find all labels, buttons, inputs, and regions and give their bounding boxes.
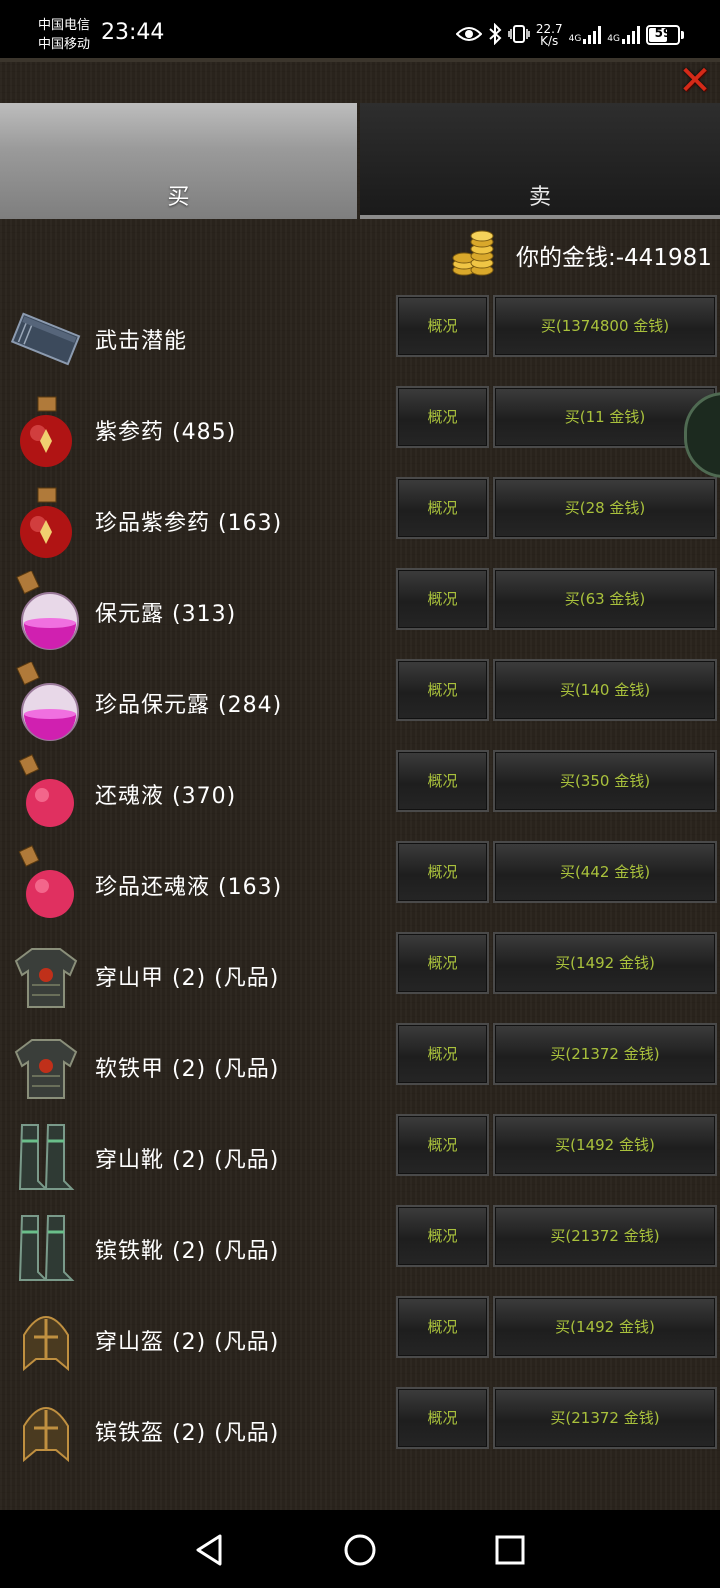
item-row: 紫参药 (485) 概况 买(11 金钱) [0,385,720,476]
item-name: 软铁甲 (2) (凡品) [95,1057,280,1082]
item-info-button[interactable]: 概况 [396,841,489,903]
item-info-button[interactable]: 概况 [396,1205,489,1267]
shop-tabs: 买 卖 [0,103,720,219]
item-info-button[interactable]: 概况 [396,932,489,994]
gold-coins-icon [452,230,494,276]
item-info-button[interactable]: 概况 [396,295,489,357]
red-flask-icon [8,844,84,924]
item-buy-button[interactable]: 买(63 金钱) [493,568,717,630]
money-display: 你的金钱:-441981 [0,224,720,286]
item-name: 珍品紫参药 (163) [95,511,283,536]
net-speed-unit: K/s [540,34,559,48]
red-flask-icon [8,753,84,833]
carrier-info: 中国电信 中国移动 [38,16,90,54]
item-row: 软铁甲 (2) (凡品) 概况 买(21372 金钱) [0,1022,720,1113]
item-row: 保元露 (313) 概况 买(63 金钱) [0,567,720,658]
item-name: 穿山甲 (2) (凡品) [95,966,280,991]
carrier-2: 中国移动 [38,37,91,52]
armor-icon [8,935,84,1015]
item-name: 武击潜能 [95,329,188,354]
item-name: 珍品保元露 (284) [95,693,283,718]
book-icon [8,298,84,378]
item-row: 武击潜能 概况 买(1374800 金钱) [0,294,720,385]
bluetooth-icon [488,22,502,48]
item-info-button[interactable]: 概况 [396,1387,489,1449]
red-potion-icon [8,480,84,560]
item-buy-button[interactable]: 买(21372 金钱) [493,1023,717,1085]
item-name: 穿山盔 (2) (凡品) [95,1330,280,1355]
item-row: 珍品还魂液 (163) 概况 买(442 金钱) [0,840,720,931]
pink-flask-icon [8,660,84,742]
vibrate-icon [508,24,530,47]
pink-flask-icon [8,569,84,651]
eye-icon [455,25,483,46]
helmet-icon [8,1390,84,1470]
item-name: 紫参药 (485) [95,420,237,445]
battery-icon: 59 [646,25,684,45]
item-info-button[interactable]: 概况 [396,1023,489,1085]
signal-icon: 4G [569,26,602,44]
net-speed: 22.7 K/s [536,23,563,47]
item-name: 珍品还魂液 (163) [95,875,283,900]
item-row: 珍品保元露 (284) 概况 买(140 金钱) [0,658,720,749]
boots-icon [8,1208,84,1288]
item-buy-button[interactable]: 买(1492 金钱) [493,932,717,994]
item-name: 保元露 (313) [95,602,237,627]
item-info-button[interactable]: 概况 [396,750,489,812]
item-info-button[interactable]: 概况 [396,477,489,539]
navigation-bar [0,1510,720,1588]
item-info-button[interactable]: 概况 [396,386,489,448]
home-icon[interactable] [340,1530,380,1570]
item-row: 穿山甲 (2) (凡品) 概况 买(1492 金钱) [0,931,720,1022]
item-info-button[interactable]: 概况 [396,659,489,721]
tab-buy[interactable]: 买 [0,103,357,219]
item-name: 穿山靴 (2) (凡品) [95,1148,280,1173]
battery-level: 59 [654,26,672,40]
back-icon[interactable] [190,1530,230,1570]
item-buy-button[interactable]: 买(350 金钱) [493,750,717,812]
item-buy-button[interactable]: 买(140 金钱) [493,659,717,721]
status-icons: 22.7 K/s 4G 4G 59 [455,20,684,50]
item-buy-button[interactable]: 买(442 金钱) [493,841,717,903]
armor-icon [8,1026,84,1106]
item-buy-button[interactable]: 买(1374800 金钱) [493,295,717,357]
item-row: 镔铁盔 (2) (凡品) 概况 买(21372 金钱) [0,1386,720,1477]
signal-label-2: 4G [607,34,620,44]
red-potion-icon [8,389,84,469]
recents-icon[interactable] [490,1530,530,1570]
item-row: 珍品紫参药 (163) 概况 买(28 金钱) [0,476,720,567]
signal-label-1: 4G [568,34,582,44]
item-name: 还魂液 (370) [95,784,237,809]
clock: 23:44 [101,20,165,45]
item-name: 镔铁盔 (2) (凡品) [95,1421,280,1446]
tab-sell[interactable]: 卖 [360,103,720,219]
item-buy-button[interactable]: 买(1492 金钱) [493,1296,717,1358]
item-row: 镔铁靴 (2) (凡品) 概况 买(21372 金钱) [0,1204,720,1295]
item-row: 穿山盔 (2) (凡品) 概况 买(1492 金钱) [0,1295,720,1386]
close-icon[interactable]: ✕ [676,62,714,101]
boots-icon [8,1117,84,1197]
item-buy-button[interactable]: 买(21372 金钱) [493,1387,717,1449]
item-buy-button[interactable]: 买(28 金钱) [493,477,717,539]
shop-panel: ✕ 买 卖 你的金钱:-441981 武击潜能 概况 买(1374800 金钱) 紫参… [0,58,720,1514]
item-buy-button[interactable]: 买(1492 金钱) [493,1114,717,1176]
item-info-button[interactable]: 概况 [396,1114,489,1176]
item-info-button[interactable]: 概况 [396,1296,489,1358]
item-row: 穿山靴 (2) (凡品) 概况 买(1492 金钱) [0,1113,720,1204]
item-name: 镔铁靴 (2) (凡品) [95,1239,280,1264]
helmet-icon [8,1299,84,1379]
status-bar: 中国电信 中国移动 23:44 22.7 K/s 4G 4G 59 [0,0,720,66]
carrier-1: 中国电信 [38,18,91,33]
signal-icon: 4G [607,26,640,44]
item-row: 还魂液 (370) 概况 买(350 金钱) [0,749,720,840]
item-info-button[interactable]: 概况 [396,568,489,630]
item-buy-button[interactable]: 买(21372 金钱) [493,1205,717,1267]
money-label: 你的金钱:-441981 [516,245,712,271]
